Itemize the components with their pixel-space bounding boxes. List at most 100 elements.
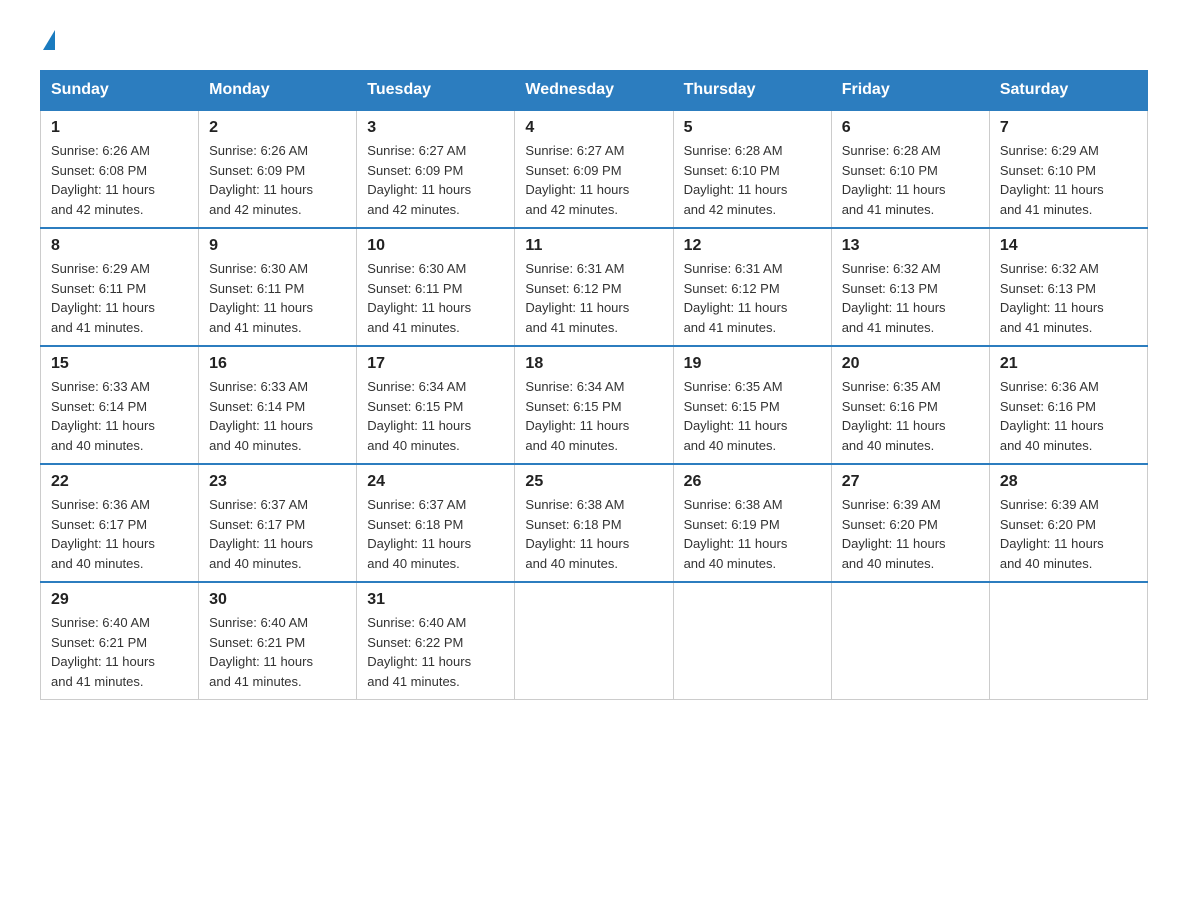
day-number: 19 [684,355,821,373]
day-number: 21 [1000,355,1137,373]
week-row-4: 22 Sunrise: 6:36 AM Sunset: 6:17 PM Dayl… [41,464,1148,582]
day-number: 11 [525,237,662,255]
day-number: 15 [51,355,188,373]
week-row-3: 15 Sunrise: 6:33 AM Sunset: 6:14 PM Dayl… [41,346,1148,464]
calendar-cell: 27 Sunrise: 6:39 AM Sunset: 6:20 PM Dayl… [831,464,989,582]
day-info: Sunrise: 6:34 AM Sunset: 6:15 PM Dayligh… [367,377,504,455]
calendar-cell: 11 Sunrise: 6:31 AM Sunset: 6:12 PM Dayl… [515,228,673,346]
calendar-cell: 5 Sunrise: 6:28 AM Sunset: 6:10 PM Dayli… [673,110,831,228]
logo-triangle-icon [43,30,55,50]
day-number: 13 [842,237,979,255]
day-number: 12 [684,237,821,255]
calendar-table: SundayMondayTuesdayWednesdayThursdayFrid… [40,70,1148,700]
day-info: Sunrise: 6:28 AM Sunset: 6:10 PM Dayligh… [684,141,821,219]
day-number: 16 [209,355,346,373]
day-number: 18 [525,355,662,373]
column-header-saturday: Saturday [989,71,1147,111]
day-number: 8 [51,237,188,255]
day-number: 31 [367,591,504,609]
calendar-cell: 17 Sunrise: 6:34 AM Sunset: 6:15 PM Dayl… [357,346,515,464]
day-number: 20 [842,355,979,373]
week-row-2: 8 Sunrise: 6:29 AM Sunset: 6:11 PM Dayli… [41,228,1148,346]
calendar-cell: 15 Sunrise: 6:33 AM Sunset: 6:14 PM Dayl… [41,346,199,464]
day-number: 14 [1000,237,1137,255]
calendar-cell: 29 Sunrise: 6:40 AM Sunset: 6:21 PM Dayl… [41,582,199,700]
calendar-cell: 30 Sunrise: 6:40 AM Sunset: 6:21 PM Dayl… [199,582,357,700]
header-row: SundayMondayTuesdayWednesdayThursdayFrid… [41,71,1148,111]
day-number: 22 [51,473,188,491]
day-info: Sunrise: 6:40 AM Sunset: 6:22 PM Dayligh… [367,613,504,691]
calendar-cell: 28 Sunrise: 6:39 AM Sunset: 6:20 PM Dayl… [989,464,1147,582]
day-info: Sunrise: 6:28 AM Sunset: 6:10 PM Dayligh… [842,141,979,219]
column-header-sunday: Sunday [41,71,199,111]
column-header-wednesday: Wednesday [515,71,673,111]
calendar-cell: 20 Sunrise: 6:35 AM Sunset: 6:16 PM Dayl… [831,346,989,464]
day-info: Sunrise: 6:29 AM Sunset: 6:11 PM Dayligh… [51,259,188,337]
day-info: Sunrise: 6:35 AM Sunset: 6:16 PM Dayligh… [842,377,979,455]
calendar-cell: 1 Sunrise: 6:26 AM Sunset: 6:08 PM Dayli… [41,110,199,228]
day-info: Sunrise: 6:37 AM Sunset: 6:17 PM Dayligh… [209,495,346,573]
day-number: 26 [684,473,821,491]
calendar-cell: 21 Sunrise: 6:36 AM Sunset: 6:16 PM Dayl… [989,346,1147,464]
day-info: Sunrise: 6:38 AM Sunset: 6:18 PM Dayligh… [525,495,662,573]
day-info: Sunrise: 6:39 AM Sunset: 6:20 PM Dayligh… [1000,495,1137,573]
day-info: Sunrise: 6:33 AM Sunset: 6:14 PM Dayligh… [51,377,188,455]
calendar-cell: 6 Sunrise: 6:28 AM Sunset: 6:10 PM Dayli… [831,110,989,228]
day-info: Sunrise: 6:29 AM Sunset: 6:10 PM Dayligh… [1000,141,1137,219]
day-info: Sunrise: 6:40 AM Sunset: 6:21 PM Dayligh… [209,613,346,691]
calendar-cell [831,582,989,700]
column-header-tuesday: Tuesday [357,71,515,111]
calendar-cell: 18 Sunrise: 6:34 AM Sunset: 6:15 PM Dayl… [515,346,673,464]
day-number: 9 [209,237,346,255]
day-info: Sunrise: 6:32 AM Sunset: 6:13 PM Dayligh… [1000,259,1137,337]
column-header-thursday: Thursday [673,71,831,111]
day-info: Sunrise: 6:27 AM Sunset: 6:09 PM Dayligh… [367,141,504,219]
calendar-cell [989,582,1147,700]
day-number: 2 [209,119,346,137]
day-number: 17 [367,355,504,373]
calendar-cell: 23 Sunrise: 6:37 AM Sunset: 6:17 PM Dayl… [199,464,357,582]
page-header [40,30,1148,50]
calendar-cell: 16 Sunrise: 6:33 AM Sunset: 6:14 PM Dayl… [199,346,357,464]
day-info: Sunrise: 6:27 AM Sunset: 6:09 PM Dayligh… [525,141,662,219]
week-row-1: 1 Sunrise: 6:26 AM Sunset: 6:08 PM Dayli… [41,110,1148,228]
day-number: 1 [51,119,188,137]
day-info: Sunrise: 6:38 AM Sunset: 6:19 PM Dayligh… [684,495,821,573]
day-number: 25 [525,473,662,491]
day-info: Sunrise: 6:34 AM Sunset: 6:15 PM Dayligh… [525,377,662,455]
calendar-cell [515,582,673,700]
day-info: Sunrise: 6:35 AM Sunset: 6:15 PM Dayligh… [684,377,821,455]
calendar-cell: 8 Sunrise: 6:29 AM Sunset: 6:11 PM Dayli… [41,228,199,346]
calendar-cell: 3 Sunrise: 6:27 AM Sunset: 6:09 PM Dayli… [357,110,515,228]
calendar-cell: 19 Sunrise: 6:35 AM Sunset: 6:15 PM Dayl… [673,346,831,464]
day-info: Sunrise: 6:26 AM Sunset: 6:08 PM Dayligh… [51,141,188,219]
calendar-cell: 4 Sunrise: 6:27 AM Sunset: 6:09 PM Dayli… [515,110,673,228]
calendar-cell: 26 Sunrise: 6:38 AM Sunset: 6:19 PM Dayl… [673,464,831,582]
calendar-cell: 2 Sunrise: 6:26 AM Sunset: 6:09 PM Dayli… [199,110,357,228]
day-info: Sunrise: 6:32 AM Sunset: 6:13 PM Dayligh… [842,259,979,337]
day-number: 24 [367,473,504,491]
week-row-5: 29 Sunrise: 6:40 AM Sunset: 6:21 PM Dayl… [41,582,1148,700]
day-number: 7 [1000,119,1137,137]
day-info: Sunrise: 6:31 AM Sunset: 6:12 PM Dayligh… [684,259,821,337]
calendar-cell: 13 Sunrise: 6:32 AM Sunset: 6:13 PM Dayl… [831,228,989,346]
column-header-monday: Monday [199,71,357,111]
day-number: 29 [51,591,188,609]
day-number: 28 [1000,473,1137,491]
day-number: 27 [842,473,979,491]
column-header-friday: Friday [831,71,989,111]
day-info: Sunrise: 6:39 AM Sunset: 6:20 PM Dayligh… [842,495,979,573]
day-info: Sunrise: 6:36 AM Sunset: 6:17 PM Dayligh… [51,495,188,573]
calendar-cell: 14 Sunrise: 6:32 AM Sunset: 6:13 PM Dayl… [989,228,1147,346]
day-info: Sunrise: 6:26 AM Sunset: 6:09 PM Dayligh… [209,141,346,219]
day-info: Sunrise: 6:30 AM Sunset: 6:11 PM Dayligh… [367,259,504,337]
day-info: Sunrise: 6:40 AM Sunset: 6:21 PM Dayligh… [51,613,188,691]
day-number: 4 [525,119,662,137]
calendar-cell: 22 Sunrise: 6:36 AM Sunset: 6:17 PM Dayl… [41,464,199,582]
day-info: Sunrise: 6:31 AM Sunset: 6:12 PM Dayligh… [525,259,662,337]
day-number: 30 [209,591,346,609]
calendar-cell [673,582,831,700]
calendar-cell: 25 Sunrise: 6:38 AM Sunset: 6:18 PM Dayl… [515,464,673,582]
day-number: 3 [367,119,504,137]
calendar-cell: 7 Sunrise: 6:29 AM Sunset: 6:10 PM Dayli… [989,110,1147,228]
